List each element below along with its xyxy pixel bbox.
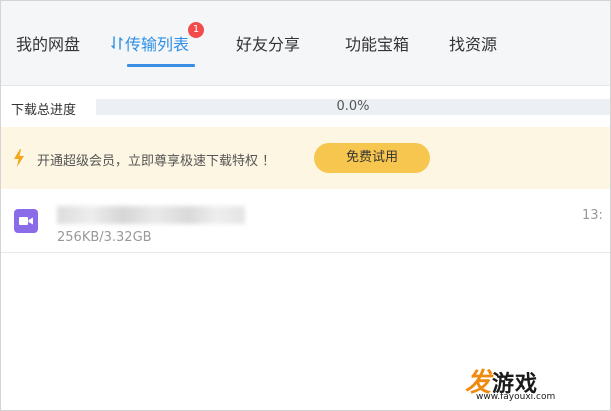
tab-transfer-list[interactable]: 传输列表	[111, 31, 189, 55]
tab-find-resources[interactable]: 找资源	[449, 31, 497, 55]
tab-toolbox[interactable]: 功能宝箱	[345, 31, 409, 55]
file-name-blurred	[57, 206, 245, 224]
total-progress-label: 下载总进度	[11, 103, 77, 118]
vip-banner-text: 开通超级会员，立即尊享极速下载特权 ！	[37, 154, 276, 169]
tab-transfer-list-label: 传输列表	[125, 35, 190, 54]
total-progress-bar: 0.0%	[96, 99, 610, 115]
notification-badge: 1	[188, 22, 204, 38]
lightning-icon	[14, 149, 24, 167]
tab-friend-share[interactable]: 好友分享	[236, 31, 300, 55]
active-tab-indicator	[127, 64, 195, 67]
progress-percent: 0.0%	[336, 99, 370, 114]
tab-my-drive[interactable]: 我的网盘	[16, 31, 80, 55]
watermark-url: www.fayouxi.com	[476, 392, 556, 402]
file-size: 256KB/3.32GB	[57, 230, 152, 245]
vip-banner: 开通超级会员，立即尊享极速下载特权 ！ 免费试用	[1, 127, 610, 189]
file-time: 13:	[582, 208, 603, 223]
top-nav: 我的网盘 传输列表 1 好友分享 功能宝箱 找资源	[1, 1, 610, 86]
app-window: 我的网盘 传输列表 1 好友分享 功能宝箱 找资源 下载总进度 0.0% 开通超…	[0, 0, 611, 411]
total-progress-row: 下载总进度 0.0%	[1, 86, 610, 126]
video-file-icon	[14, 209, 38, 233]
free-trial-button[interactable]: 免费试用	[314, 143, 430, 173]
sync-icon	[111, 36, 123, 54]
